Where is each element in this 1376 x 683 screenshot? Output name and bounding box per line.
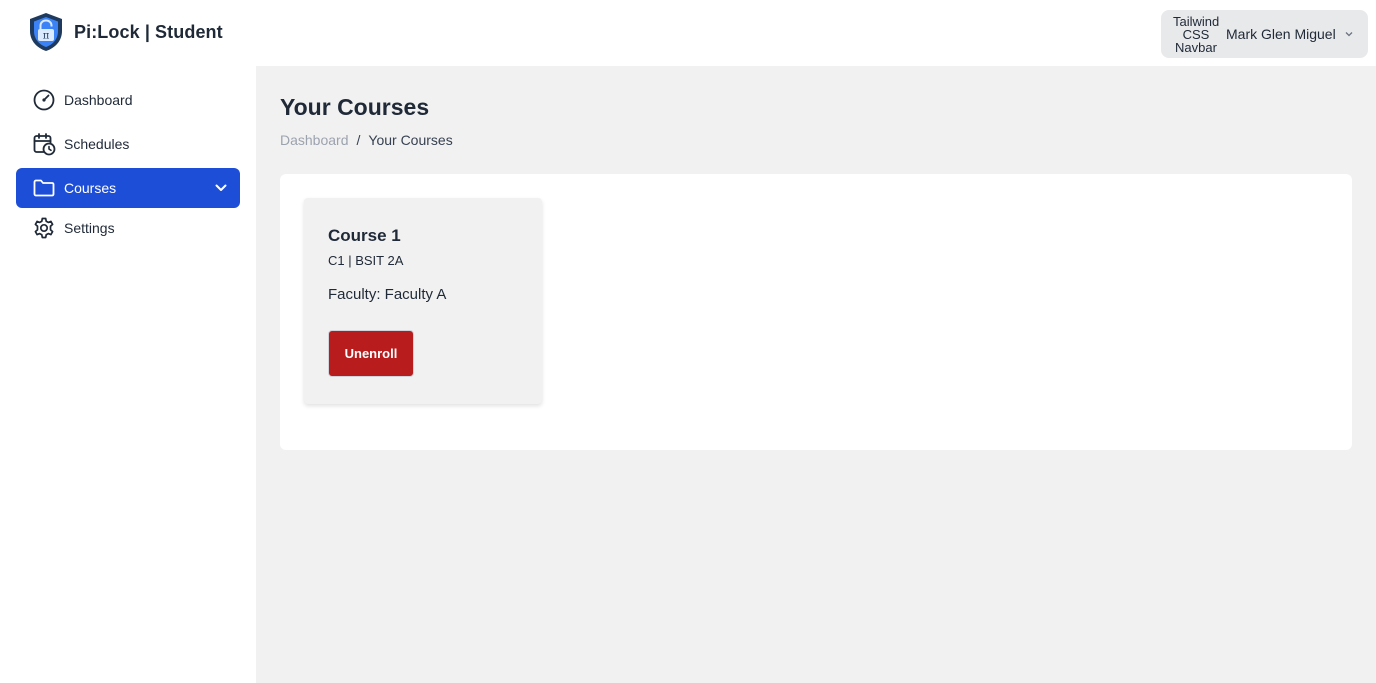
breadcrumb: Dashboard / Your Courses [280, 132, 453, 148]
shield-lock-logo-icon: π [30, 13, 62, 51]
course-faculty: Faculty: Faculty A [328, 286, 447, 303]
user-name: Mark Glen Miguel [1226, 26, 1336, 42]
page-title: Your Courses [280, 94, 430, 120]
breadcrumb-separator: / [356, 132, 361, 148]
sidebar-item-schedules[interactable]: Schedules [16, 124, 240, 164]
unenroll-button[interactable]: Unenroll [328, 330, 414, 377]
breadcrumb-link-dashboard[interactable]: Dashboard [280, 132, 349, 148]
avatar-alt-text-line: CSS [1182, 26, 1210, 42]
sidebar-item-courses[interactable]: Courses [16, 168, 240, 208]
gear-icon [34, 217, 54, 239]
course-card: Course 1 C1 | BSIT 2A Faculty: Faculty A… [304, 198, 542, 404]
folder-icon [33, 179, 55, 197]
avatar: Tailwind CSS Navbar [1173, 14, 1219, 54]
speedometer-icon [33, 89, 55, 111]
main-content: Your Courses Dashboard / Your Courses Co… [256, 66, 1376, 683]
sidebar-item-label: Dashboard [64, 92, 133, 108]
brand[interactable]: π Pi:Lock | Student [28, 12, 223, 52]
top-navbar: π Pi:Lock | Student Tailwind CSS Navbar … [0, 0, 1376, 66]
sidebar-item-label: Schedules [64, 136, 130, 152]
sidebar-item-label: Courses [64, 180, 117, 196]
course-name: Course 1 [328, 226, 401, 245]
sidebar: Dashboard Schedules Courses Settings [0, 66, 256, 683]
sidebar-item-label: Settings [64, 220, 115, 236]
avatar-alt-text-line: Tailwind [1173, 14, 1219, 29]
brand-title: Pi:Lock | Student [74, 21, 223, 42]
svg-text:π: π [43, 31, 50, 42]
avatar-alt-text-line: Navbar [1175, 39, 1217, 54]
course-code-section: C1 | BSIT 2A [328, 253, 404, 268]
sidebar-item-settings[interactable]: Settings [16, 208, 240, 248]
courses-panel: Course 1 C1 | BSIT 2A Faculty: Faculty A… [280, 174, 1352, 450]
user-menu-button[interactable]: Tailwind CSS Navbar Mark Glen Miguel [1161, 10, 1368, 58]
chevron-down-icon[interactable] [214, 181, 228, 195]
sidebar-item-dashboard[interactable]: Dashboard [16, 80, 240, 120]
chevron-down-icon [1345, 32, 1353, 37]
calendar-clock-icon [33, 133, 56, 156]
breadcrumb-current: Your Courses [368, 132, 453, 148]
